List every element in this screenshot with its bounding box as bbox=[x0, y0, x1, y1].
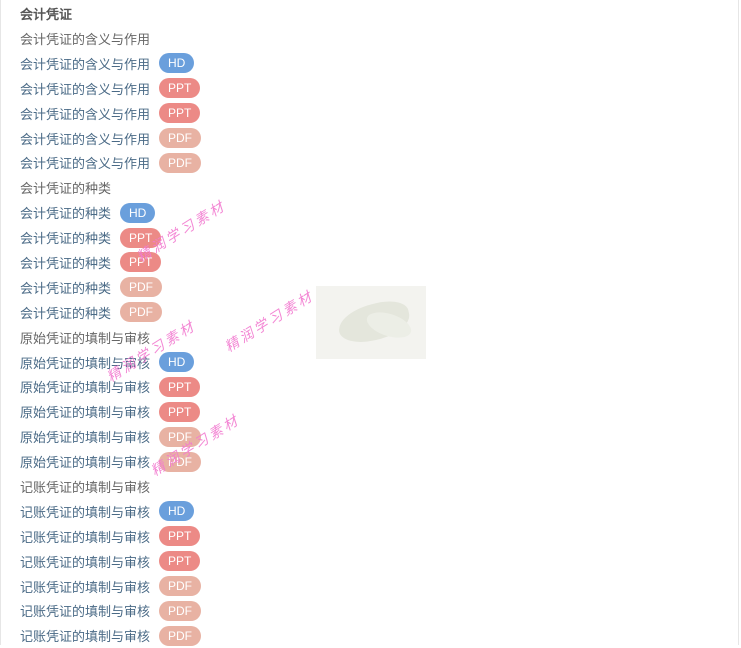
pdf-badge[interactable]: PDF bbox=[120, 302, 163, 323]
resource-item: 会计凭证的种类 PDF bbox=[20, 275, 201, 300]
pdf-badge[interactable]: PDF bbox=[159, 576, 202, 597]
list-heading: 会计凭证 bbox=[20, 7, 73, 23]
resource-item: 记账凭证的填制与审核 HD bbox=[20, 499, 201, 524]
resource-item: 记账凭证的填制与审核 PDF bbox=[20, 623, 202, 648]
section-heading: 原始凭证的填制与审核 bbox=[20, 331, 151, 347]
resource-item: 原始凭证的填制与审核 HD bbox=[20, 350, 201, 375]
resource-link[interactable]: 记账凭证的填制与审核 bbox=[20, 502, 150, 521]
resource-link[interactable]: 会计凭证的含义与作用 bbox=[20, 104, 150, 123]
section-heading: 会计凭证的含义与作用 bbox=[20, 32, 151, 48]
resource-item: 会计凭证的含义与作用 PDF bbox=[20, 126, 202, 151]
resource-link[interactable]: 记账凭证的填制与审核 bbox=[20, 552, 150, 571]
hd-badge[interactable]: HD bbox=[159, 352, 195, 373]
resource-link[interactable]: 会计凭证的含义与作用 bbox=[20, 129, 150, 148]
section-heading: 会计凭证的种类 bbox=[20, 182, 112, 198]
resource-link[interactable]: 原始凭证的填制与审核 bbox=[20, 377, 150, 396]
ppt-badge[interactable]: PPT bbox=[159, 103, 201, 124]
ppt-badge[interactable]: PPT bbox=[120, 227, 162, 248]
hd-badge[interactable]: HD bbox=[159, 501, 195, 522]
list-heading-row: 会计凭证 bbox=[20, 0, 201, 26]
resource-item: 记账凭证的填制与审核 PDF bbox=[20, 598, 202, 623]
pdf-badge[interactable]: PDF bbox=[159, 152, 202, 173]
pdf-badge[interactable]: PDF bbox=[159, 451, 202, 472]
resource-link[interactable]: 会计凭证的种类 bbox=[20, 278, 111, 297]
section-heading-row: 记账凭证的填制与审核 bbox=[20, 474, 201, 499]
resource-link[interactable]: 记账凭证的填制与审核 bbox=[20, 626, 150, 645]
resource-item: 原始凭证的填制与审核 PDF bbox=[20, 424, 202, 449]
resource-item: 会计凭证的含义与作用 PPT bbox=[20, 76, 201, 101]
pdf-badge[interactable]: PDF bbox=[120, 277, 163, 298]
pdf-badge[interactable]: PDF bbox=[159, 426, 202, 447]
resource-item: 原始凭证的填制与审核 PPT bbox=[20, 399, 201, 424]
resource-item: 会计凭证的种类 HD bbox=[20, 200, 201, 225]
resource-item: 会计凭证的种类 PDF bbox=[20, 300, 201, 325]
pdf-badge[interactable]: PDF bbox=[159, 600, 202, 621]
pdf-badge[interactable]: PDF bbox=[159, 625, 202, 646]
ppt-badge[interactable]: PPT bbox=[159, 376, 201, 397]
resource-link[interactable]: 会计凭证的含义与作用 bbox=[20, 79, 150, 98]
ppt-badge[interactable]: PPT bbox=[159, 78, 201, 99]
pdf-badge[interactable]: PDF bbox=[159, 128, 202, 148]
ppt-badge[interactable]: PPT bbox=[120, 252, 162, 273]
thumbnail-image bbox=[316, 286, 426, 359]
resource-link[interactable]: 原始凭证的填制与审核 bbox=[20, 452, 150, 471]
resource-item: 会计凭证的含义与作用 HD bbox=[20, 51, 201, 76]
ppt-badge[interactable]: PPT bbox=[159, 551, 201, 572]
resource-link[interactable]: 会计凭证的种类 bbox=[20, 253, 111, 272]
resource-item: 会计凭证的含义与作用 PDF bbox=[20, 150, 202, 175]
resource-item: 记账凭证的填制与审核 PPT bbox=[20, 549, 201, 574]
resource-item: 记账凭证的填制与审核 PPT bbox=[20, 524, 201, 549]
section-heading-row: 会计凭证的含义与作用 bbox=[20, 26, 201, 51]
resource-link[interactable]: 原始凭证的填制与审核 bbox=[20, 427, 150, 446]
resource-link[interactable]: 记账凭证的填制与审核 bbox=[20, 577, 150, 596]
resource-link[interactable]: 记账凭证的填制与审核 bbox=[20, 601, 150, 620]
resource-link[interactable]: 会计凭证的种类 bbox=[20, 228, 111, 247]
hd-badge[interactable]: HD bbox=[120, 202, 156, 223]
resource-item: 原始凭证的填制与审核 PPT bbox=[20, 374, 201, 399]
resource-link[interactable]: 会计凭证的含义与作用 bbox=[20, 153, 150, 172]
resource-link[interactable]: 记账凭证的填制与审核 bbox=[20, 527, 150, 546]
resource-item: 会计凭证的种类 PPT bbox=[20, 250, 201, 275]
resource-item: 会计凭证的种类 PPT bbox=[20, 225, 201, 250]
section-heading-row: 会计凭证的种类 bbox=[20, 175, 201, 200]
resource-item: 会计凭证的含义与作用 PPT bbox=[20, 101, 201, 126]
section-heading: 记账凭证的填制与审核 bbox=[20, 480, 151, 496]
resource-link[interactable]: 会计凭证的含义与作用 bbox=[20, 54, 150, 73]
resource-link[interactable]: 原始凭证的填制与审核 bbox=[20, 353, 150, 372]
resource-link[interactable]: 会计凭证的种类 bbox=[20, 203, 111, 222]
resource-item: 记账凭证的填制与审核 PDF bbox=[20, 574, 202, 599]
section-heading-row: 原始凭证的填制与审核 bbox=[20, 325, 201, 350]
resource-item: 原始凭证的填制与审核 PDF bbox=[20, 449, 202, 474]
resource-link[interactable]: 原始凭证的填制与审核 bbox=[20, 402, 150, 421]
resource-list: 会计凭证 会计凭证的含义与作用 会计凭证的含义与作用 HD 会计凭证的含义与作用 PPT… bbox=[20, 0, 202, 648]
hd-badge[interactable]: HD bbox=[159, 53, 195, 74]
ppt-badge[interactable]: PPT bbox=[159, 401, 201, 422]
ppt-badge[interactable]: PPT bbox=[159, 526, 201, 547]
resource-link[interactable]: 会计凭证的种类 bbox=[20, 303, 111, 322]
